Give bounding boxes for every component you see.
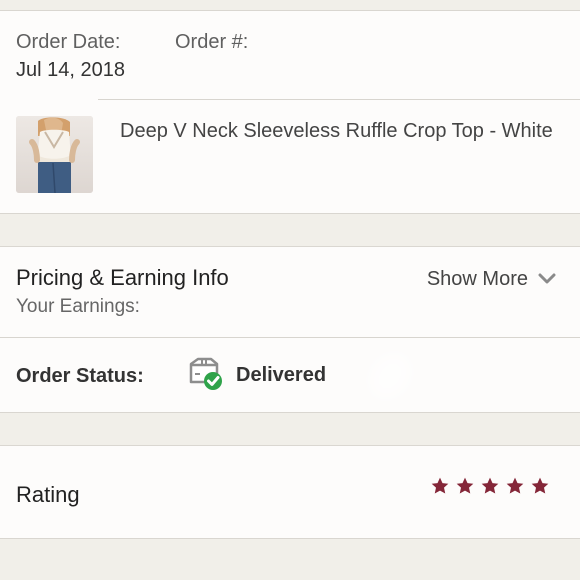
- chevron-down-icon: [538, 268, 556, 291]
- product-title[interactable]: Deep V Neck Sleeveless Ruffle Crop Top -…: [120, 117, 560, 145]
- order-number-label: Order #:: [175, 31, 249, 53]
- order-summary-card: Order Date: Order #: Jul 14, 2018 Deep V…: [0, 10, 580, 214]
- order-date-value: Jul 14, 2018: [16, 59, 125, 81]
- pricing-status-card: Pricing & Earning Info Your Earnings: Sh…: [0, 246, 580, 413]
- delivered-box-icon: [187, 357, 225, 391]
- show-more-label: Show More: [426, 268, 528, 290]
- order-date-label: Order Date:: [16, 31, 121, 53]
- order-status-row: Order Status: Delivered: [0, 337, 580, 413]
- pricing-section-title: Pricing & Earning Info: [16, 265, 229, 290]
- product-image-illustration: [16, 116, 93, 193]
- order-divider: [98, 99, 580, 100]
- order-status-label: Order Status:: [16, 365, 144, 387]
- earnings-label: Your Earnings:: [16, 296, 140, 317]
- rating-stars: [430, 476, 550, 496]
- star-icon: [431, 477, 449, 494]
- star-icon: [456, 477, 474, 494]
- product-thumbnail[interactable]: [16, 116, 93, 193]
- decorative-blur-mark: [362, 346, 418, 406]
- star-icon: [531, 477, 549, 494]
- star-icon: [481, 477, 499, 494]
- order-details-screen: Order Date: Order #: Jul 14, 2018 Deep V…: [0, 0, 580, 580]
- show-more-button[interactable]: Show More: [427, 268, 556, 291]
- rating-label: Rating: [16, 482, 80, 507]
- star-icon: [506, 477, 524, 494]
- rating-card: Rating: [0, 445, 580, 539]
- order-status-value: Delivered: [236, 364, 327, 386]
